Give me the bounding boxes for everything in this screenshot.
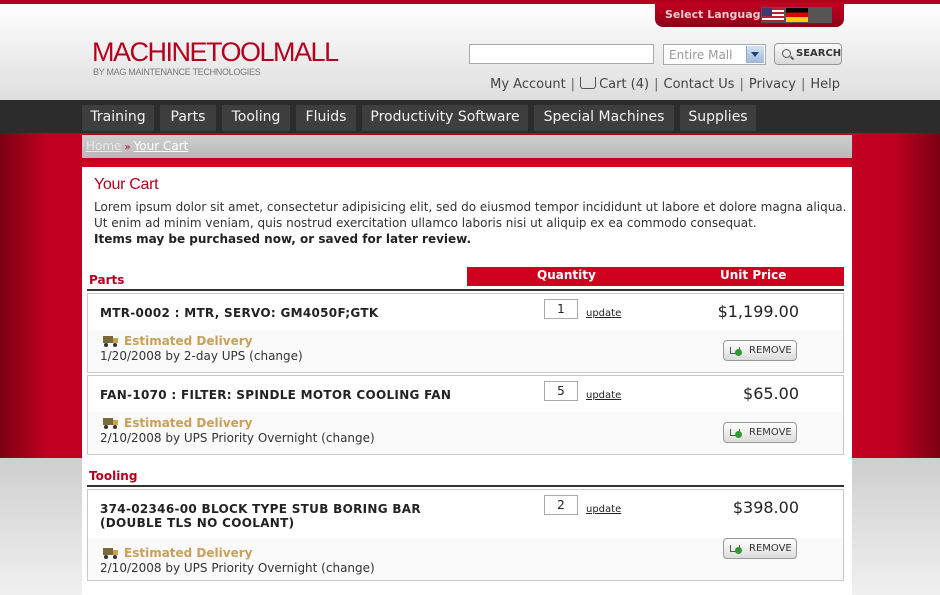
column-header-unit-price: Unit Price <box>720 268 787 282</box>
nav-fluids[interactable]: Fluids <box>296 105 356 131</box>
germany-flag-icon[interactable] <box>785 7 809 23</box>
quantity-input[interactable]: 5 <box>544 381 578 401</box>
unit-price: $65.00 <box>743 384 799 403</box>
item-name[interactable]: MTR-0002 : MTR, SERVO: GM4050F;GTK <box>100 306 378 320</box>
section-label-tooling: Tooling <box>89 469 138 483</box>
unit-price: $398.00 <box>732 498 799 517</box>
cart-item: MTR-0002 : MTR, SERVO: GM4050F;GTK 1 upd… <box>87 293 844 373</box>
my-account-link[interactable]: My Account <box>490 77 566 92</box>
estimated-delivery-label: Estimated Delivery <box>124 416 253 430</box>
cart-icon <box>580 77 597 89</box>
column-header-bar: Quantity Unit Price <box>467 267 844 286</box>
truck-icon <box>103 336 119 347</box>
update-link[interactable]: update <box>586 504 621 515</box>
search-icon <box>782 49 791 58</box>
other-flag-icon[interactable] <box>808 7 832 23</box>
remove-button[interactable]: REMOVE <box>723 422 797 443</box>
breadcrumb-home[interactable]: Home <box>86 139 121 153</box>
item-name[interactable]: FAN-1070 : FILTER: SPINDLE MOTOR COOLING… <box>100 388 451 402</box>
intro-note: Items may be purchased now, or saved for… <box>94 232 472 246</box>
truck-icon <box>103 548 119 559</box>
language-selector: Select Language <box>655 3 844 27</box>
remove-button[interactable]: REMOVE <box>723 340 797 361</box>
main-nav: Training Parts Tooling Fluids Productivi… <box>0 100 940 133</box>
remove-cart-icon <box>730 427 742 438</box>
search-scope-value: Entire Mall <box>669 48 733 62</box>
chevron-down-icon <box>746 46 764 63</box>
nav-parts[interactable]: Parts <box>160 105 216 131</box>
remove-button[interactable]: REMOVE <box>723 538 797 559</box>
nav-special-machines[interactable]: Special Machines <box>534 105 674 131</box>
column-header-quantity: Quantity <box>537 268 596 282</box>
us-flag-icon[interactable] <box>761 7 785 23</box>
section-rule <box>87 485 844 487</box>
estimated-delivery-label: Estimated Delivery <box>124 546 253 560</box>
help-link[interactable]: Help <box>810 77 840 92</box>
logo-tagline: BY MAG MAINTENANCE TECHNOLOGIES <box>93 67 261 77</box>
nav-tooling[interactable]: Tooling <box>222 105 290 131</box>
language-label: Select Language <box>665 8 768 21</box>
nav-supplies[interactable]: Supplies <box>680 105 756 131</box>
update-link[interactable]: update <box>586 390 621 401</box>
cart-panel: Your Cart Lorem ipsum dolor sit amet, co… <box>82 161 852 595</box>
delivery-info[interactable]: 1/20/2008 by 2-day UPS (change) <box>100 349 303 363</box>
delivery-info[interactable]: 2/10/2008 by UPS Priority Overnight (cha… <box>100 561 375 575</box>
utility-links: My Account | Cart (4) | Contact Us | Privacy | H… <box>490 77 840 92</box>
estimated-delivery-label: Estimated Delivery <box>124 334 253 348</box>
cart-item: FAN-1070 : FILTER: SPINDLE MOTOR COOLING… <box>87 375 844 455</box>
breadcrumb-separator-icon: » <box>124 142 131 153</box>
search-button[interactable]: SEARCH <box>774 43 842 65</box>
update-link[interactable]: update <box>586 308 621 319</box>
intro-text: Lorem ipsum dolor sit amet, consectetur … <box>94 200 847 230</box>
panel-top-bar <box>82 161 852 167</box>
item-name[interactable]: 374-02346-00 BLOCK TYPE STUB BORING BAR … <box>100 502 421 530</box>
unit-price: $1,199.00 <box>717 302 799 321</box>
section-label-parts: Parts <box>89 273 125 287</box>
privacy-link[interactable]: Privacy <box>749 77 796 92</box>
search-scope-select[interactable]: Entire Mall <box>663 44 766 65</box>
contact-us-link[interactable]: Contact Us <box>664 77 735 92</box>
cart-item: 374-02346-00 BLOCK TYPE STUB BORING BAR … <box>87 489 844 581</box>
search-input[interactable] <box>469 44 654 64</box>
remove-cart-icon <box>730 543 742 554</box>
breadcrumb-current[interactable]: Your Cart <box>134 139 189 153</box>
quantity-input[interactable]: 1 <box>544 299 578 319</box>
delivery-info[interactable]: 2/10/2008 by UPS Priority Overnight (cha… <box>100 431 375 445</box>
nav-productivity-software[interactable]: Productivity Software <box>362 105 528 131</box>
nav-training[interactable]: Training <box>82 105 154 131</box>
page-title: Your Cart <box>94 176 159 193</box>
quantity-input[interactable]: 2 <box>544 495 578 515</box>
truck-icon <box>103 418 119 429</box>
breadcrumb: Home» Your Cart <box>82 135 852 158</box>
remove-cart-icon <box>730 345 742 356</box>
section-rule <box>87 289 844 291</box>
cart-link[interactable]: Cart (4) <box>599 77 649 92</box>
site-logo[interactable]: MACHINETOOLMALL <box>92 38 339 66</box>
